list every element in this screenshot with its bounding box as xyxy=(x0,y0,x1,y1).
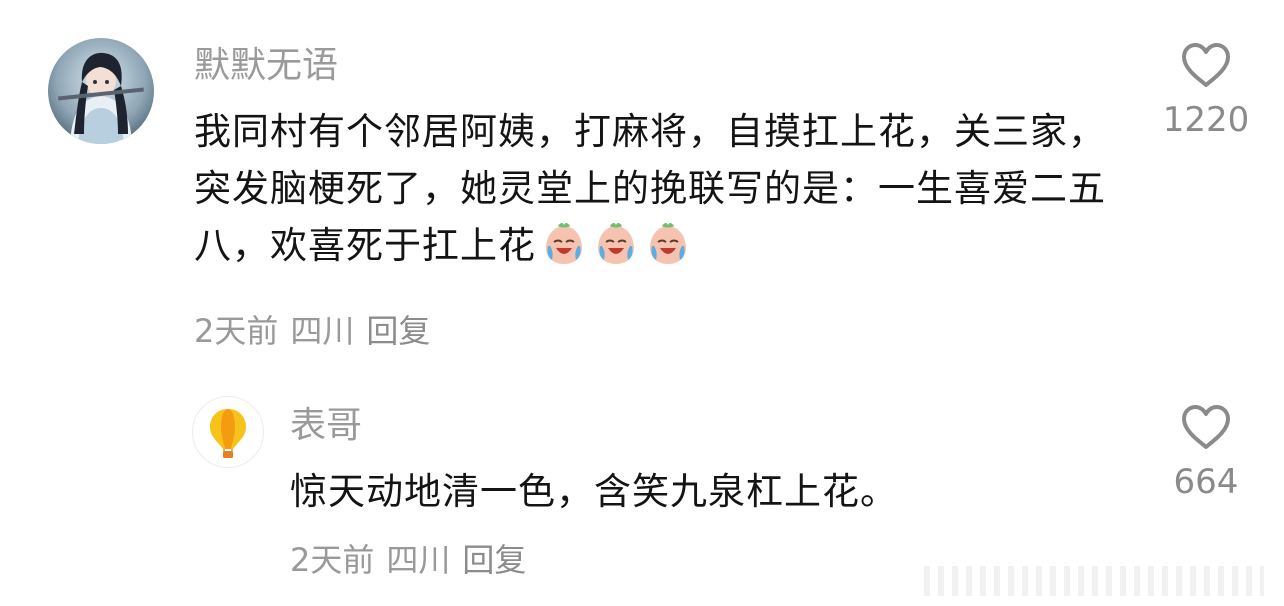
comment-time: 2天前 xyxy=(290,541,375,579)
like-button[interactable]: 1220 xyxy=(1146,42,1266,140)
comment-body: 惊天动地清一色，含笑九泉杠上花。 xyxy=(290,463,1110,520)
comment-meta: 2天前 四川 回复 xyxy=(194,313,442,349)
like-count: 1220 xyxy=(1162,100,1250,140)
comment-time: 2天前 xyxy=(194,312,279,350)
laugh-cry-emoji-icon xyxy=(644,220,692,268)
comment-author[interactable]: 表哥 xyxy=(290,406,362,446)
comment-location: 四川 xyxy=(386,541,451,579)
watermark xyxy=(924,566,1264,596)
avatar[interactable] xyxy=(192,396,264,468)
anime-girl-avatar-icon xyxy=(48,38,154,144)
comment-thread: 默默无语 我同村有个邻居阿姨，打麻将，自摸扛上花，关三家，突发脑梗死了，她灵堂上… xyxy=(0,0,1284,606)
comment-meta: 2天前 四川 回复 xyxy=(290,542,538,578)
comment-text: 惊天动地清一色，含笑九泉杠上花。 xyxy=(290,470,898,513)
laugh-cry-emoji-icon xyxy=(540,220,588,268)
comment-author[interactable]: 默默无语 xyxy=(194,46,338,86)
avatar[interactable] xyxy=(48,38,154,144)
heart-outline-icon xyxy=(1182,43,1230,87)
like-button[interactable]: 664 xyxy=(1146,404,1266,502)
reply-button[interactable]: 回复 xyxy=(462,541,526,579)
like-count: 664 xyxy=(1173,462,1239,502)
comment-location: 四川 xyxy=(290,312,355,350)
heart-outline-icon xyxy=(1182,405,1230,449)
hot-air-balloon-avatar-icon xyxy=(210,409,246,458)
laugh-cry-emoji-icon xyxy=(592,220,640,268)
comment-body: 我同村有个邻居阿姨，打麻将，自摸扛上花，关三家，突发脑梗死了，她灵堂上的挽联写的… xyxy=(194,103,1124,274)
comment-item: 默默无语 我同村有个邻居阿姨，打麻将，自摸扛上花，关三家，突发脑梗死了，她灵堂上… xyxy=(0,0,1284,370)
reply-button[interactable]: 回复 xyxy=(366,312,430,350)
